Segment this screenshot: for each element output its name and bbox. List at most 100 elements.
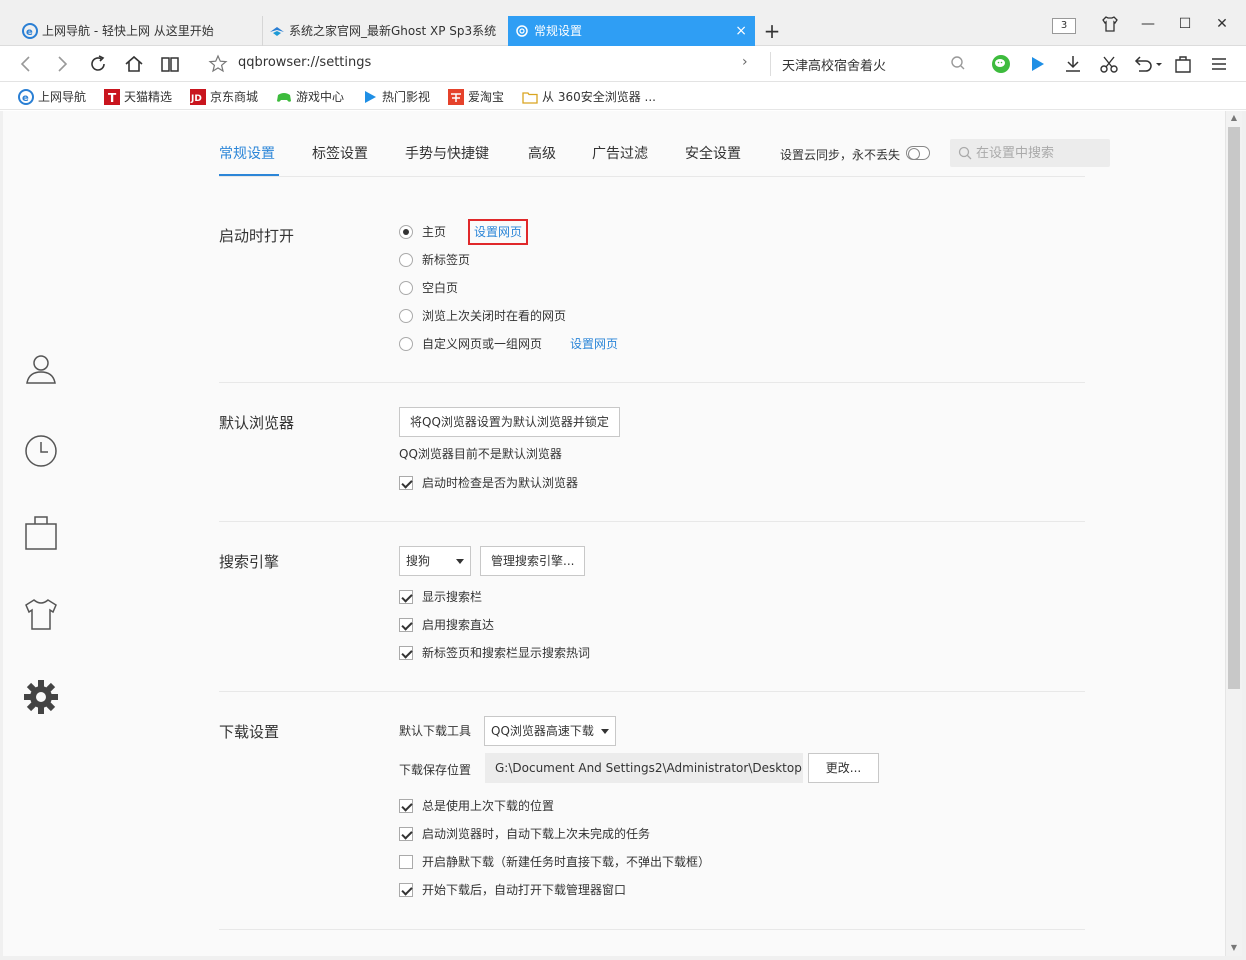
- app-bag-icon[interactable]: [23, 515, 59, 551]
- scissors-icon[interactable]: [1098, 53, 1120, 75]
- site-logo-icon: [270, 27, 284, 36]
- checkbox-checked[interactable]: [399, 799, 413, 813]
- checkbox-checked[interactable]: [399, 883, 413, 897]
- tmall-icon: T: [104, 89, 120, 105]
- bookmark-item[interactable]: T 天猫精选: [104, 88, 172, 106]
- maximize-button[interactable]: ☐: [1175, 14, 1195, 34]
- set-custom-pages-link[interactable]: 设置网页: [570, 335, 618, 353]
- option-last-download-location[interactable]: 总是使用上次下载的位置: [399, 797, 554, 815]
- go-arrow-icon[interactable]: ›: [742, 54, 748, 70]
- checkbox-checked[interactable]: [399, 827, 413, 841]
- history-clock-icon[interactable]: [23, 433, 59, 469]
- forward-icon[interactable]: [50, 52, 74, 76]
- tab-strip: e 上网导航 - 轻快上网 从这里开始 系统之家官网_最新Ghost XP Sp…: [0, 0, 1246, 46]
- checkbox-checked[interactable]: [399, 476, 413, 490]
- settings-search-input[interactable]: [976, 139, 1106, 167]
- check-default-on-startup[interactable]: 启动时检查是否为默认浏览器: [399, 474, 578, 492]
- radio-unselected[interactable]: [399, 337, 413, 351]
- menu-icon[interactable]: [1208, 53, 1230, 75]
- bookmark-item[interactable]: 爱淘宝: [448, 88, 504, 106]
- option-search-direct[interactable]: 启用搜索直达: [399, 616, 494, 634]
- radio-unselected[interactable]: [399, 253, 413, 267]
- app-bag-icon[interactable]: [1172, 53, 1194, 75]
- set-homepage-link[interactable]: 设置网页: [474, 223, 522, 241]
- tab-ad-filter[interactable]: 广告过滤: [592, 143, 648, 163]
- download-path-field[interactable]: G:\Document And Settings2\Administrator\…: [485, 753, 803, 783]
- user-account-icon[interactable]: [23, 351, 59, 387]
- search-icon[interactable]: [950, 55, 966, 71]
- download-icon[interactable]: [1062, 53, 1084, 75]
- download-tool-select[interactable]: QQ浏览器高速下载: [484, 716, 616, 746]
- scroll-down-icon[interactable]: ▼: [1226, 941, 1242, 955]
- page-scrollbar[interactable]: ▲ ▼: [1225, 111, 1242, 956]
- scrollbar-thumb[interactable]: [1228, 127, 1240, 689]
- startup-option-blank[interactable]: 空白页: [399, 279, 458, 297]
- home-icon[interactable]: [122, 52, 146, 76]
- download-tool-label: 默认下载工具: [399, 724, 472, 738]
- option-label: 主页: [422, 225, 447, 239]
- checkbox-unchecked[interactable]: [399, 855, 413, 869]
- startup-option-homepage[interactable]: 主页: [399, 223, 446, 241]
- close-window-button[interactable]: ✕: [1212, 14, 1232, 34]
- manage-search-engines-button[interactable]: 管理搜索引擎...: [480, 546, 586, 576]
- reading-mode-icon[interactable]: [158, 52, 182, 76]
- browser-tab-home-nav[interactable]: e 上网导航 - 轻快上网 从这里开始: [16, 16, 260, 46]
- option-hot-words[interactable]: 新标签页和搜索栏显示搜索热词: [399, 644, 590, 662]
- search-engine-select[interactable]: 搜狗: [399, 546, 471, 576]
- tab-advanced[interactable]: 高级: [528, 143, 556, 163]
- new-tab-button[interactable]: +: [762, 18, 782, 44]
- default-browser-status: QQ浏览器目前不是默认浏览器: [399, 447, 562, 461]
- back-icon[interactable]: [14, 52, 38, 76]
- video-play-icon[interactable]: [1026, 53, 1048, 75]
- bookmark-star-icon[interactable]: [208, 54, 228, 74]
- option-resume-downloads[interactable]: 启动浏览器时，自动下载上次未完成的任务: [399, 825, 650, 843]
- startup-option-new-tab[interactable]: 新标签页: [399, 251, 470, 269]
- checkbox-checked[interactable]: [399, 646, 413, 660]
- wechat-icon[interactable]: [990, 53, 1012, 75]
- radio-unselected[interactable]: [399, 309, 413, 323]
- tab-tab-settings[interactable]: 标签设置: [312, 143, 368, 163]
- undo-close-tab-icon[interactable]: [1132, 53, 1164, 75]
- change-path-button[interactable]: 更改...: [808, 753, 879, 783]
- settings-search-box[interactable]: [950, 139, 1110, 167]
- tab-gestures-shortcuts[interactable]: 手势与快捷键: [405, 143, 489, 163]
- option-label: 开启静默下载（新建任务时直接下载，不弹出下载框）: [422, 855, 711, 869]
- option-label: 空白页: [422, 281, 459, 295]
- cloud-sync-toggle[interactable]: [906, 146, 930, 160]
- search-box-input[interactable]: 天津高校宿舍着火: [782, 55, 886, 74]
- bookmark-item[interactable]: e 上网导航: [18, 88, 86, 106]
- skin-shirt-icon[interactable]: [1100, 14, 1120, 34]
- option-label: 浏览上次关闭时在看的网页: [422, 309, 567, 323]
- chevron-down-icon: [601, 729, 609, 734]
- tab-security[interactable]: 安全设置: [685, 143, 741, 163]
- tab-general-settings[interactable]: 常规设置: [219, 143, 275, 163]
- checkbox-checked[interactable]: [399, 618, 413, 632]
- option-show-search-bar[interactable]: 显示搜索栏: [399, 588, 482, 606]
- minimize-button[interactable]: —: [1138, 14, 1158, 34]
- settings-gear-icon[interactable]: [23, 679, 59, 715]
- browser-tab-xitongzhijia[interactable]: 系统之家官网_最新Ghost XP Sp3系统: [262, 16, 506, 46]
- browser-tab-settings-active[interactable]: 常规设置 ×: [508, 16, 755, 46]
- address-toolbar: qqbrowser://settings › 天津高校宿舍着火: [0, 46, 1246, 82]
- radio-unselected[interactable]: [399, 281, 413, 295]
- checkbox-checked[interactable]: [399, 590, 413, 604]
- scroll-up-icon[interactable]: ▲: [1226, 111, 1242, 125]
- window-border-bottom: [0, 956, 1246, 960]
- radio-selected[interactable]: [399, 225, 413, 239]
- section-divider: [219, 521, 1085, 522]
- option-silent-download[interactable]: 开启静默下载（新建任务时直接下载，不弹出下载框）: [399, 853, 710, 871]
- bookmark-item[interactable]: 游戏中心: [276, 88, 344, 106]
- startup-option-custom[interactable]: 自定义网页或一组网页: [399, 335, 542, 353]
- option-open-download-manager[interactable]: 开始下载后，自动打开下载管理器窗口: [399, 881, 626, 899]
- bookmark-item[interactable]: JD 京东商城: [190, 88, 258, 106]
- startup-option-last-session[interactable]: 浏览上次关闭时在看的网页: [399, 307, 566, 325]
- bookmark-folder[interactable]: 从 360安全浏览器 ...: [522, 88, 656, 106]
- bookmark-item[interactable]: 热门影视: [362, 88, 430, 106]
- section-divider: [219, 929, 1085, 930]
- set-default-browser-button[interactable]: 将QQ浏览器设置为默认浏览器并锁定: [399, 407, 620, 437]
- skin-shirt-icon[interactable]: [23, 597, 59, 633]
- close-tab-icon[interactable]: ×: [735, 16, 747, 46]
- refresh-icon[interactable]: [86, 52, 110, 76]
- tab-count-badge[interactable]: 3: [1052, 18, 1076, 34]
- address-input[interactable]: qqbrowser://settings: [238, 55, 371, 70]
